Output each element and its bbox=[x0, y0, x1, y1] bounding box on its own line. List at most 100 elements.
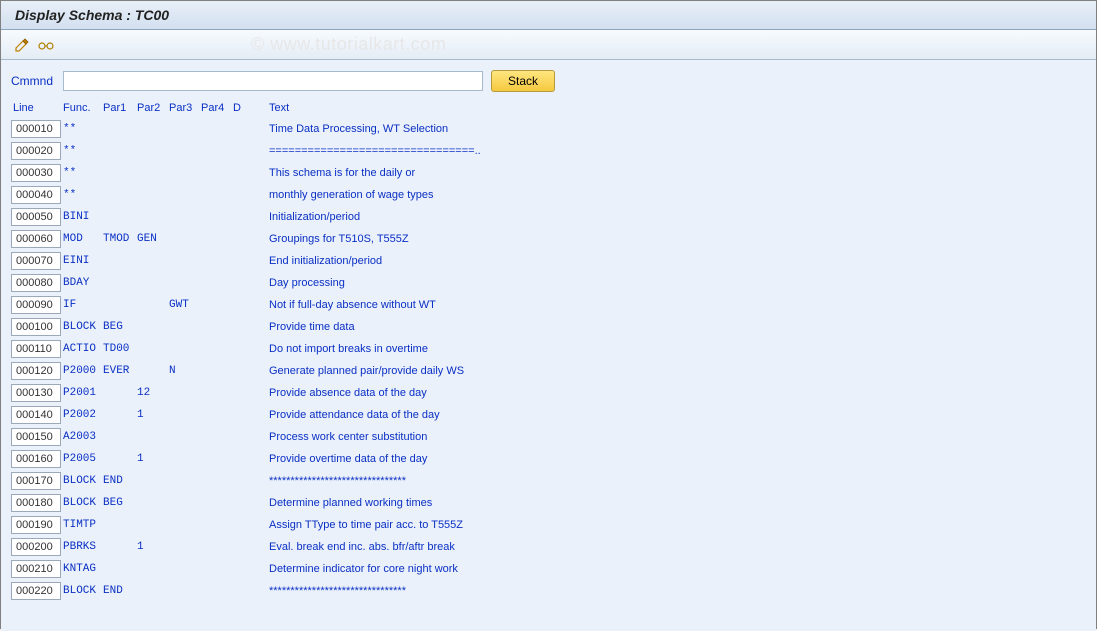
table-row: BDAY Day processing bbox=[11, 272, 1086, 294]
line-number-input[interactable] bbox=[11, 538, 61, 556]
table-row: BINIInitialization/period bbox=[11, 206, 1086, 228]
cell-par1: EVER bbox=[103, 360, 137, 382]
watermark-text: © www.tutorialkart.com bbox=[251, 34, 446, 55]
table-row: P200112Provide absence data of the day bbox=[11, 382, 1086, 404]
content-area: Cmmnd Stack Line Func. Par1 Par2 Par3 Pa… bbox=[1, 60, 1096, 631]
cell-func: ** bbox=[63, 162, 103, 184]
line-number-input[interactable] bbox=[11, 252, 61, 270]
line-number-input[interactable] bbox=[11, 208, 61, 226]
table-row: P2005 1 Provide overtime data of the day bbox=[11, 448, 1086, 470]
cell-text: Determine planned working times bbox=[245, 492, 1086, 514]
cell-func: ** bbox=[63, 184, 103, 206]
header-par3: Par3 bbox=[169, 102, 201, 114]
cell-text: Provide absence data of the day bbox=[245, 382, 1086, 404]
cell-text: Process work center substitution bbox=[245, 426, 1086, 448]
table-row: A2003 Process work center substitution bbox=[11, 426, 1086, 448]
cell-text: Provide attendance data of the day bbox=[245, 404, 1086, 426]
line-number-input[interactable] bbox=[11, 186, 61, 204]
glasses-icon[interactable] bbox=[37, 36, 55, 54]
cell-func: BDAY bbox=[63, 272, 103, 294]
cell-par1: TMOD bbox=[103, 228, 137, 250]
cell-text: Initialization/period bbox=[245, 206, 1086, 228]
table-row: KNTAG Determine indicator for core night … bbox=[11, 558, 1086, 580]
edit-pencil-icon[interactable] bbox=[13, 36, 31, 54]
table-row: ** This schema is for the daily or bbox=[11, 162, 1086, 184]
line-number-input[interactable] bbox=[11, 516, 61, 534]
table-row: ** monthly generation of wage types bbox=[11, 184, 1086, 206]
cell-func: EINI bbox=[63, 250, 103, 272]
table-row: **Time Data Processing, WT Selection bbox=[11, 118, 1086, 140]
cell-text: ******************************** bbox=[245, 470, 1086, 492]
cell-par1: BEG bbox=[103, 492, 137, 514]
cell-text: ******************************** bbox=[245, 580, 1086, 602]
table-row: BLOCKBEGProvide time data bbox=[11, 316, 1086, 338]
cell-par2: GEN bbox=[137, 228, 169, 250]
cell-par1: END bbox=[103, 470, 137, 492]
cell-text: This schema is for the daily or bbox=[245, 162, 1086, 184]
stack-button[interactable]: Stack bbox=[491, 70, 555, 92]
cell-func: P2002 bbox=[63, 404, 103, 426]
line-number-input[interactable] bbox=[11, 296, 61, 314]
table-row: PBRKS1Eval. break end inc. abs. bfr/aftr… bbox=[11, 536, 1086, 558]
table-row: P2002 1 Provide attendance data of the day bbox=[11, 404, 1086, 426]
command-input[interactable] bbox=[63, 71, 483, 91]
cell-text: Do not import breaks in overtime bbox=[245, 338, 1086, 360]
header-line: Line bbox=[11, 102, 63, 114]
cell-func: A2003 bbox=[63, 426, 103, 448]
command-label: Cmmnd bbox=[11, 74, 57, 88]
cell-func: P2005 bbox=[63, 448, 103, 470]
cell-text: Determine indicator for core night work bbox=[245, 558, 1086, 580]
cell-func: KNTAG bbox=[63, 558, 103, 580]
cell-text: End initialization/period bbox=[245, 250, 1086, 272]
cell-par3: N bbox=[169, 360, 201, 382]
line-number-input[interactable] bbox=[11, 472, 61, 490]
cell-func: P2000 bbox=[63, 360, 103, 382]
line-number-input[interactable] bbox=[11, 494, 61, 512]
header-func: Func. bbox=[63, 102, 103, 114]
window-title-bar: Display Schema : TC00 bbox=[1, 1, 1096, 30]
cell-text: Generate planned pair/provide daily WS bbox=[245, 360, 1086, 382]
line-number-input[interactable] bbox=[11, 582, 61, 600]
cell-text: Day processing bbox=[245, 272, 1086, 294]
command-row: Cmmnd Stack bbox=[11, 70, 1086, 92]
header-d: D bbox=[233, 102, 245, 114]
toolbar: © www.tutorialkart.com bbox=[1, 30, 1096, 60]
line-number-input[interactable] bbox=[11, 142, 61, 160]
header-par2: Par2 bbox=[137, 102, 169, 114]
cell-func: BLOCK bbox=[63, 316, 103, 338]
table-row: BLOCKEND ******************************** bbox=[11, 470, 1086, 492]
table-row: BLOCKEND******************************** bbox=[11, 580, 1086, 602]
table-row: P2000EVER N Generate planned pair/provide … bbox=[11, 360, 1086, 382]
line-number-input[interactable] bbox=[11, 450, 61, 468]
table-row: IFGWTNot if full-day absence without WT bbox=[11, 294, 1086, 316]
line-number-input[interactable] bbox=[11, 318, 61, 336]
table-row: TIMTPAssign TType to time pair acc. to T… bbox=[11, 514, 1086, 536]
cell-text: Eval. break end inc. abs. bfr/aftr break bbox=[245, 536, 1086, 558]
line-number-input[interactable] bbox=[11, 362, 61, 380]
header-par1: Par1 bbox=[103, 102, 137, 114]
line-number-input[interactable] bbox=[11, 560, 61, 578]
line-number-input[interactable] bbox=[11, 164, 61, 182]
cell-text: monthly generation of wage types bbox=[245, 184, 1086, 206]
cell-func: MOD bbox=[63, 228, 103, 250]
cell-par3: GWT bbox=[169, 294, 201, 316]
table-row: BLOCKBEGDetermine planned working times bbox=[11, 492, 1086, 514]
table-row: EINI End initialization/period bbox=[11, 250, 1086, 272]
line-number-input[interactable] bbox=[11, 274, 61, 292]
cell-text: Provide overtime data of the day bbox=[245, 448, 1086, 470]
cell-par2: 12 bbox=[137, 382, 169, 404]
cell-par2: 1 bbox=[137, 404, 169, 426]
cell-par2: 1 bbox=[137, 448, 169, 470]
cell-func: ** bbox=[63, 140, 103, 162]
column-headers: Line Func. Par1 Par2 Par3 Par4 D Text bbox=[11, 100, 1086, 116]
line-number-input[interactable] bbox=[11, 230, 61, 248]
line-number-input[interactable] bbox=[11, 406, 61, 424]
cell-func: BLOCK bbox=[63, 470, 103, 492]
line-number-input[interactable] bbox=[11, 120, 61, 138]
line-number-input[interactable] bbox=[11, 384, 61, 402]
table-row: MODTMODGENGroupings for T510S, T555Z bbox=[11, 228, 1086, 250]
table-row: ACTIOTD00Do not import breaks in overtim… bbox=[11, 338, 1086, 360]
cell-func: PBRKS bbox=[63, 536, 103, 558]
line-number-input[interactable] bbox=[11, 428, 61, 446]
line-number-input[interactable] bbox=[11, 340, 61, 358]
